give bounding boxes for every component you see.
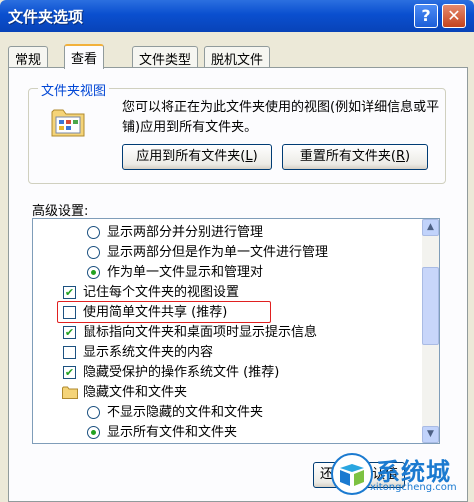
help-button[interactable]: ? <box>414 4 438 28</box>
radio-button[interactable] <box>87 426 100 439</box>
folder-views-title: 文件夹视图 <box>38 80 110 99</box>
radio-button[interactable] <box>87 406 100 419</box>
tab-file-types[interactable]: 文件类型 <box>132 46 199 68</box>
checkbox[interactable] <box>63 346 76 359</box>
folder-icon <box>62 386 78 399</box>
highlight-box <box>57 301 271 323</box>
reset-all-folders-button[interactable]: 重置所有文件夹(R) <box>282 144 428 170</box>
close-button[interactable]: ✕ <box>442 4 466 28</box>
checkbox[interactable]: ✔ <box>63 286 76 299</box>
radio-button[interactable] <box>87 266 100 279</box>
watermark-url: xitongcheng.com <box>370 482 457 493</box>
folder-views-description: 您可以将正在为此文件夹使用的视图(例如详细信息或平铺)应用到所有文件夹。 <box>122 100 440 135</box>
tab-offline-files[interactable]: 脱机文件 <box>204 46 271 68</box>
scrollbar[interactable]: ▲ ▼ <box>422 219 439 443</box>
apply-to-all-folders-button[interactable]: 应用到所有文件夹(L) <box>122 144 272 170</box>
scroll-down-button[interactable]: ▼ <box>422 426 439 443</box>
scroll-thumb[interactable] <box>422 267 439 345</box>
help-icon: ? <box>421 6 431 25</box>
tab-bar: 常规 查看 文件类型 脱机文件 <box>8 44 468 69</box>
advanced-settings-label: 高级设置: <box>32 204 89 219</box>
scroll-up-button[interactable]: ▲ <box>422 219 439 236</box>
checkbox[interactable]: ✔ <box>63 326 76 339</box>
folder-view-icon <box>51 109 85 137</box>
radio-button[interactable] <box>87 226 100 239</box>
advanced-settings-list: 显示两部分并分别进行管理 显示两部分但是作为单一文件进行管理 作为单一文件显示和… <box>32 218 440 444</box>
title-bar: 文件夹选项 ? ✕ <box>0 0 474 32</box>
radio-button[interactable] <box>87 246 100 259</box>
tab-view[interactable]: 查看 <box>64 44 105 69</box>
window-title: 文件夹选项 <box>8 8 84 26</box>
tab-general[interactable]: 常规 <box>8 46 49 68</box>
checkbox[interactable]: ✔ <box>63 366 76 379</box>
watermark-logo <box>331 453 373 495</box>
close-icon: ✕ <box>447 6 461 25</box>
